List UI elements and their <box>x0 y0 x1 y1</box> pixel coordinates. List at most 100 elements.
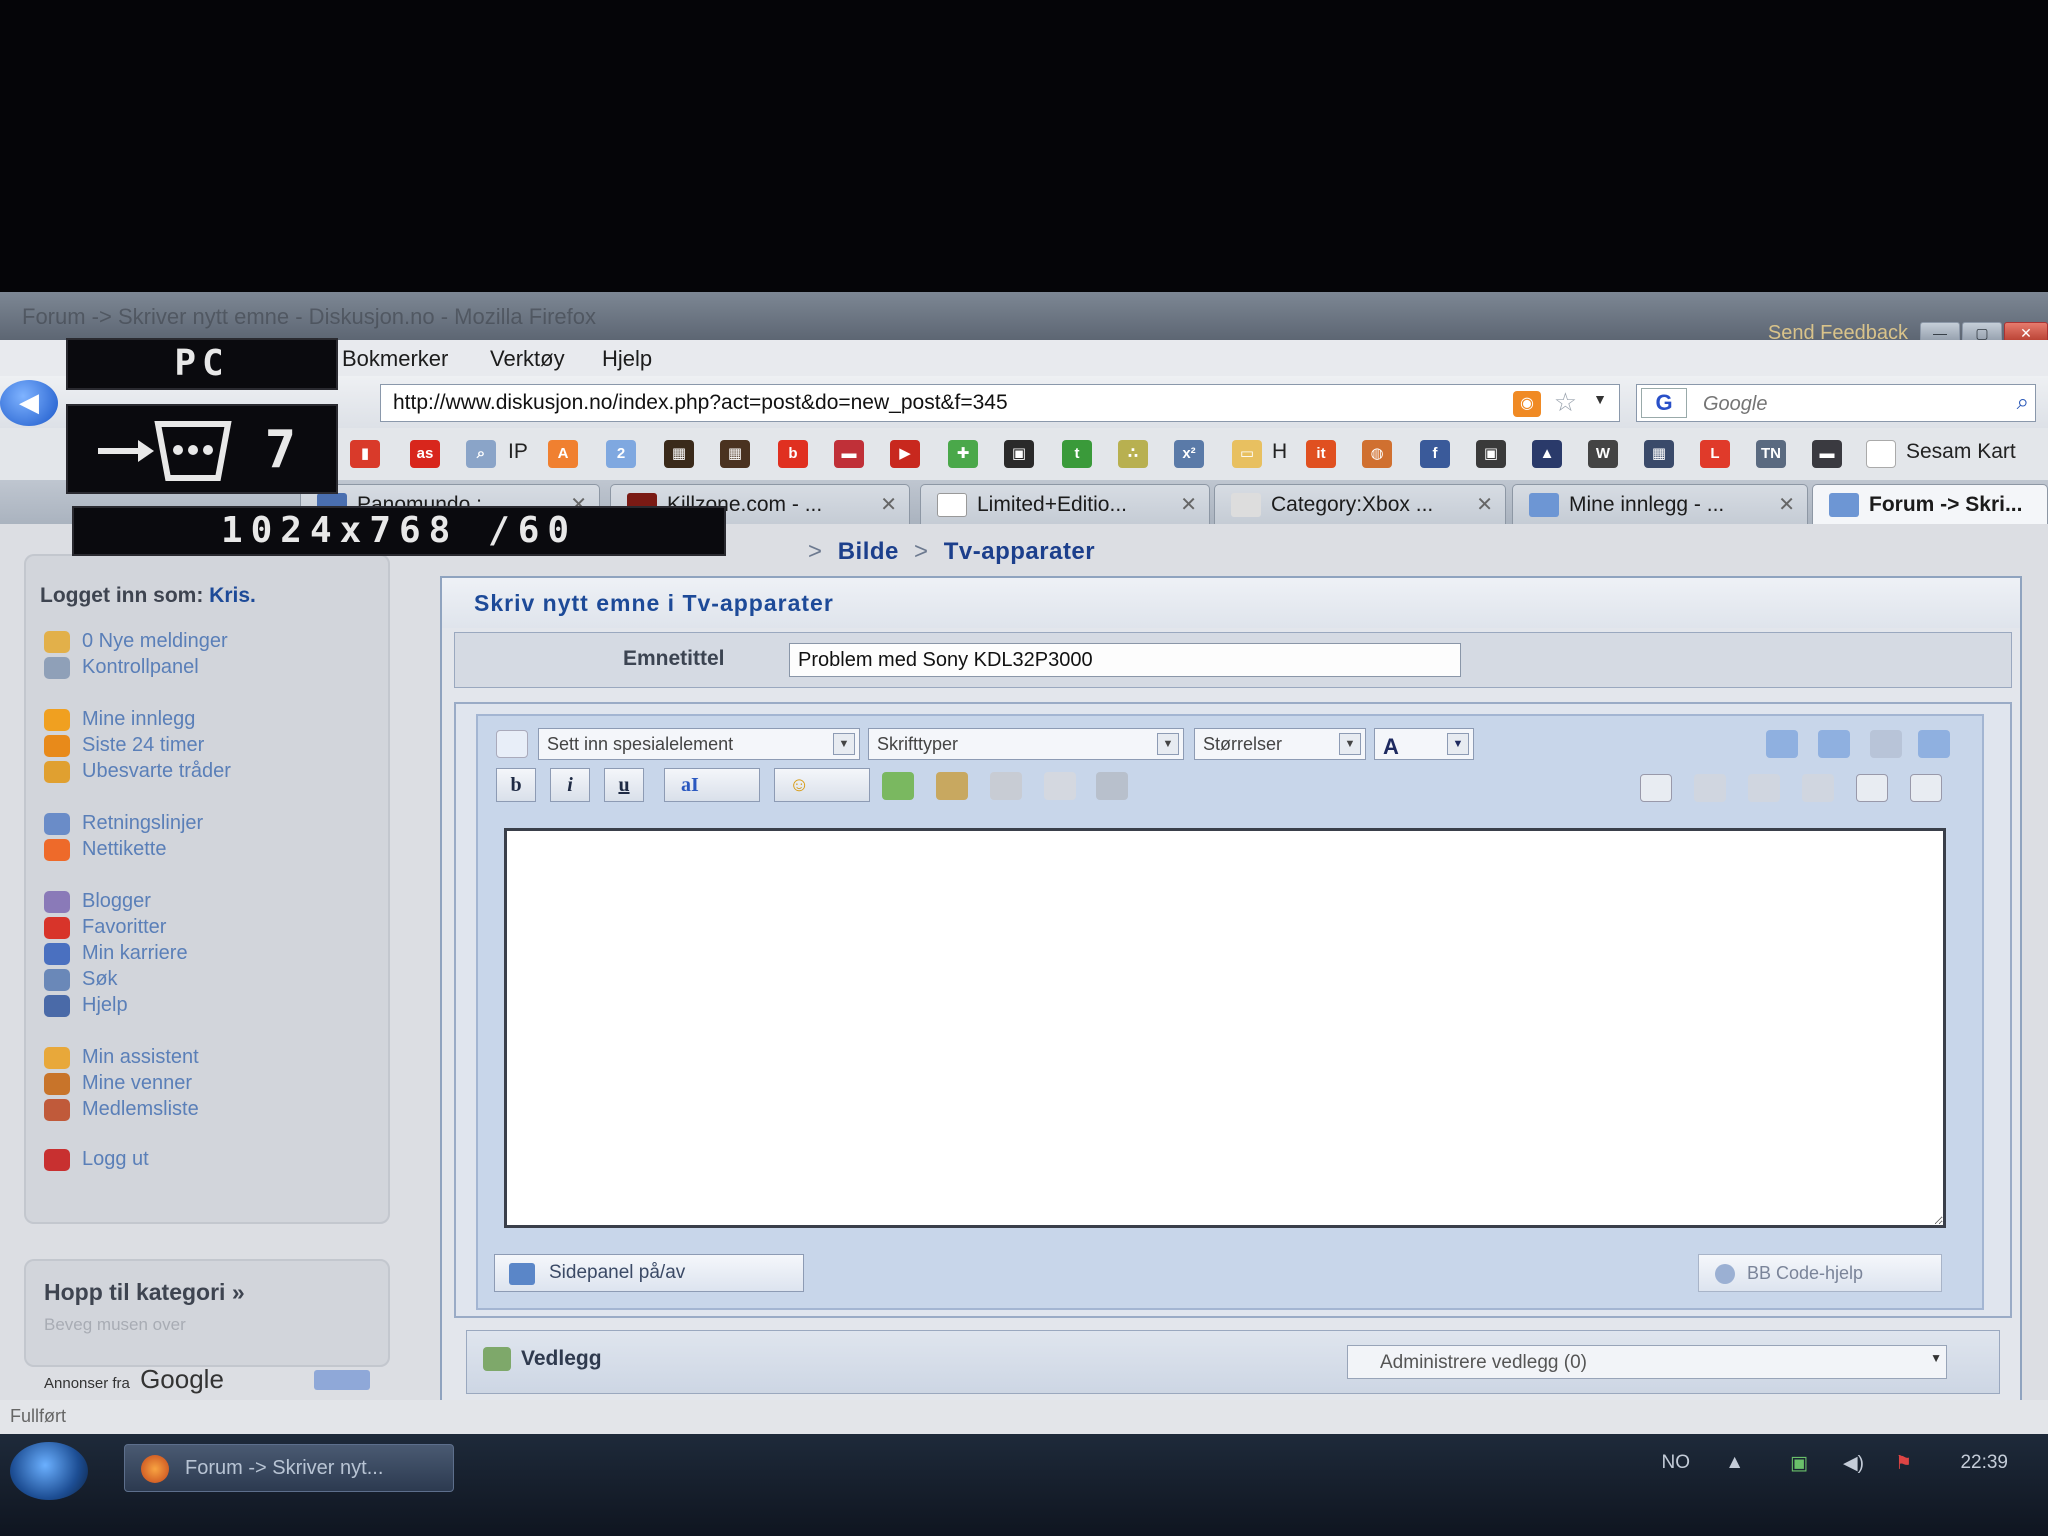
bookmark-icon-b[interactable]: b <box>778 440 808 468</box>
bookmark-icon-t[interactable]: t <box>1062 440 1092 468</box>
bookmark-icon-puzzle[interactable]: ✚ <box>948 440 978 468</box>
bbcode-help-button[interactable]: BB Code-hjelp <box>1698 1254 1942 1292</box>
search-input[interactable] <box>1703 391 1993 417</box>
sidebar-item[interactable]: Søk <box>44 968 118 991</box>
tray-expand-icon[interactable]: ▲ <box>1725 1452 1744 1474</box>
insert-email-icon[interactable] <box>990 772 1022 800</box>
text-color-select[interactable]: A ▼ <box>1374 728 1474 760</box>
clock[interactable]: 22:39 <box>1960 1452 2008 1474</box>
sesam-icon[interactable] <box>1866 440 1896 468</box>
ordered-list-icon[interactable] <box>1856 774 1888 802</box>
back-button[interactable]: ◀ <box>0 380 58 426</box>
bookmark-icon-its[interactable]: it <box>1306 440 1336 468</box>
sidebar-item[interactable]: Medlemsliste <box>44 1098 199 1121</box>
volume-icon[interactable]: ◀) <box>1843 1452 1864 1475</box>
sidepanel-toggle-button[interactable]: Sidepanel på/av <box>494 1254 804 1292</box>
google-ads[interactable]: Annonser fra Google <box>44 1364 370 1395</box>
search-icon[interactable]: ⌕ <box>2017 389 2029 415</box>
jump-title[interactable]: Hopp til kategori » <box>44 1279 245 1306</box>
unordered-list-icon[interactable] <box>1910 774 1942 802</box>
menu-bookmarks[interactable]: Bokmerker <box>342 346 448 372</box>
align-center-icon[interactable] <box>1748 774 1780 802</box>
bookmark-icon-dots[interactable]: ∴ <box>1118 440 1148 468</box>
emoticon-button[interactable]: ☺ <box>774 768 870 802</box>
sidebar-item[interactable]: Ubesvarte tråder <box>44 760 231 783</box>
start-button[interactable] <box>10 1442 88 1500</box>
youtube-icon[interactable]: ▶ <box>890 440 920 468</box>
lastfm-icon[interactable]: as <box>410 440 440 468</box>
manage-attachments-select[interactable]: Administrere vedlegg (0) ▼ <box>1347 1345 1947 1379</box>
underline-button[interactable]: u <box>604 768 644 802</box>
taskbar-firefox-button[interactable]: Forum -> Skriver nyt... <box>124 1444 454 1492</box>
bookmark-h[interactable]: H <box>1272 440 1287 464</box>
sidebar-item[interactable]: Blogger <box>44 890 151 913</box>
username-link[interactable]: Kris. <box>209 584 256 607</box>
font-size-select[interactable]: Størrelser ▼ <box>1194 728 1366 760</box>
insert-image-icon[interactable] <box>936 772 968 800</box>
bookmark-folder-icon[interactable]: ▭ <box>1232 440 1262 468</box>
bookmark-icon-grid[interactable]: ▦ <box>1644 440 1674 468</box>
redo-icon[interactable] <box>1818 730 1850 758</box>
url-bar[interactable]: http://www.diskusjon.no/index.php?act=po… <box>380 384 1620 422</box>
quote-icon[interactable] <box>1044 772 1076 800</box>
bold-button[interactable]: b <box>496 768 536 802</box>
bookmark-icon-a[interactable]: A <box>548 440 578 468</box>
sidebar-item[interactable]: Mine venner <box>44 1072 192 1095</box>
italic-button[interactable]: i <box>550 768 590 802</box>
wikipedia-icon[interactable]: W <box>1588 440 1618 468</box>
sidebar-item[interactable]: Siste 24 timer <box>44 734 204 757</box>
bookmark-icon-orange[interactable]: ◍ <box>1362 440 1392 468</box>
rss-icon[interactable]: ◉ <box>1513 391 1541 417</box>
bookmark-star-icon[interactable]: ☆ <box>1554 387 1577 418</box>
sidebar-item[interactable]: Mine innlegg <box>44 708 195 731</box>
font-color-button[interactable]: aI <box>664 768 760 802</box>
bookmark-ip[interactable]: IP <box>508 440 528 464</box>
bookmark-icon-1[interactable]: ▮ <box>350 440 380 468</box>
switch-mode-icon[interactable] <box>1918 730 1950 758</box>
sidebar-item[interactable]: Logg ut <box>44 1148 149 1171</box>
language-indicator[interactable]: NO <box>1662 1452 1691 1474</box>
bookmark-icon-tv[interactable]: ▣ <box>1004 440 1034 468</box>
remove-format-icon[interactable] <box>496 730 528 758</box>
sidebar-item[interactable]: Nettikette <box>44 838 166 861</box>
bookmark-icon-tn[interactable]: TN <box>1756 440 1786 468</box>
url-dropdown-icon[interactable]: ▼ <box>1593 391 1607 407</box>
tab-close-icon[interactable]: ✕ <box>1180 492 1197 517</box>
tab-close-icon[interactable]: ✕ <box>880 492 897 517</box>
bookmark-icon-2[interactable]: 2 <box>606 440 636 468</box>
insert-link-icon[interactable] <box>882 772 914 800</box>
menu-help[interactable]: Hjelp <box>602 346 652 372</box>
tab-close-icon[interactable]: ✕ <box>1778 492 1795 517</box>
align-left-icon[interactable] <box>1694 774 1726 802</box>
tab-mine-innlegg[interactable]: Mine innlegg - ... ✕ <box>1512 484 1808 524</box>
sidebar-item[interactable]: Favoritter <box>44 916 166 939</box>
code-icon[interactable] <box>1096 772 1128 800</box>
bookmark-icon-x2[interactable]: x² <box>1174 440 1204 468</box>
tab-close-icon[interactable]: ✕ <box>1476 492 1493 517</box>
search-engine-icon[interactable]: G <box>1641 388 1687 418</box>
jump-to-category[interactable]: Hopp til kategori » Beveg musen over <box>24 1259 390 1367</box>
align-right-icon[interactable] <box>1802 774 1834 802</box>
bookmark-icon-l[interactable]: L <box>1700 440 1730 468</box>
sidebar-item[interactable]: 0 Nye meldinger <box>44 630 228 653</box>
magnifier-bookmark-icon[interactable]: ⌕ <box>466 440 496 468</box>
bookmark-icon-red[interactable]: ▬ <box>834 440 864 468</box>
undo-icon[interactable] <box>1766 730 1798 758</box>
indent-icon[interactable] <box>1640 774 1672 802</box>
breadcrumb-tv-apparater[interactable]: Tv-apparater <box>944 538 1095 565</box>
network-icon[interactable]: ▣ <box>1790 1452 1808 1475</box>
special-element-select[interactable]: Sett inn spesialelement ▼ <box>538 728 860 760</box>
tab-forum-active[interactable]: Forum -> Skri... <box>1812 484 2048 524</box>
facebook-icon[interactable]: f <box>1420 440 1450 468</box>
sidebar-item[interactable]: Min assistent <box>44 1046 199 1069</box>
bookmark-icon-game2[interactable]: ▦ <box>720 440 750 468</box>
bookmark-icon-monitor[interactable]: ▣ <box>1476 440 1506 468</box>
sidebar-item[interactable]: Retningslinjer <box>44 812 203 835</box>
sidebar-item[interactable]: Kontrollpanel <box>44 656 199 679</box>
breadcrumb-bilde[interactable]: Bilde <box>838 538 899 565</box>
ads-nav-arrows-icon[interactable] <box>314 1370 370 1390</box>
bookmark-icon-game1[interactable]: ▦ <box>664 440 694 468</box>
sidebar-item[interactable]: Hjelp <box>44 994 128 1017</box>
sidebar-item[interactable]: Min karriere <box>44 942 188 965</box>
action-center-icon[interactable]: ⚑ <box>1895 1452 1912 1475</box>
